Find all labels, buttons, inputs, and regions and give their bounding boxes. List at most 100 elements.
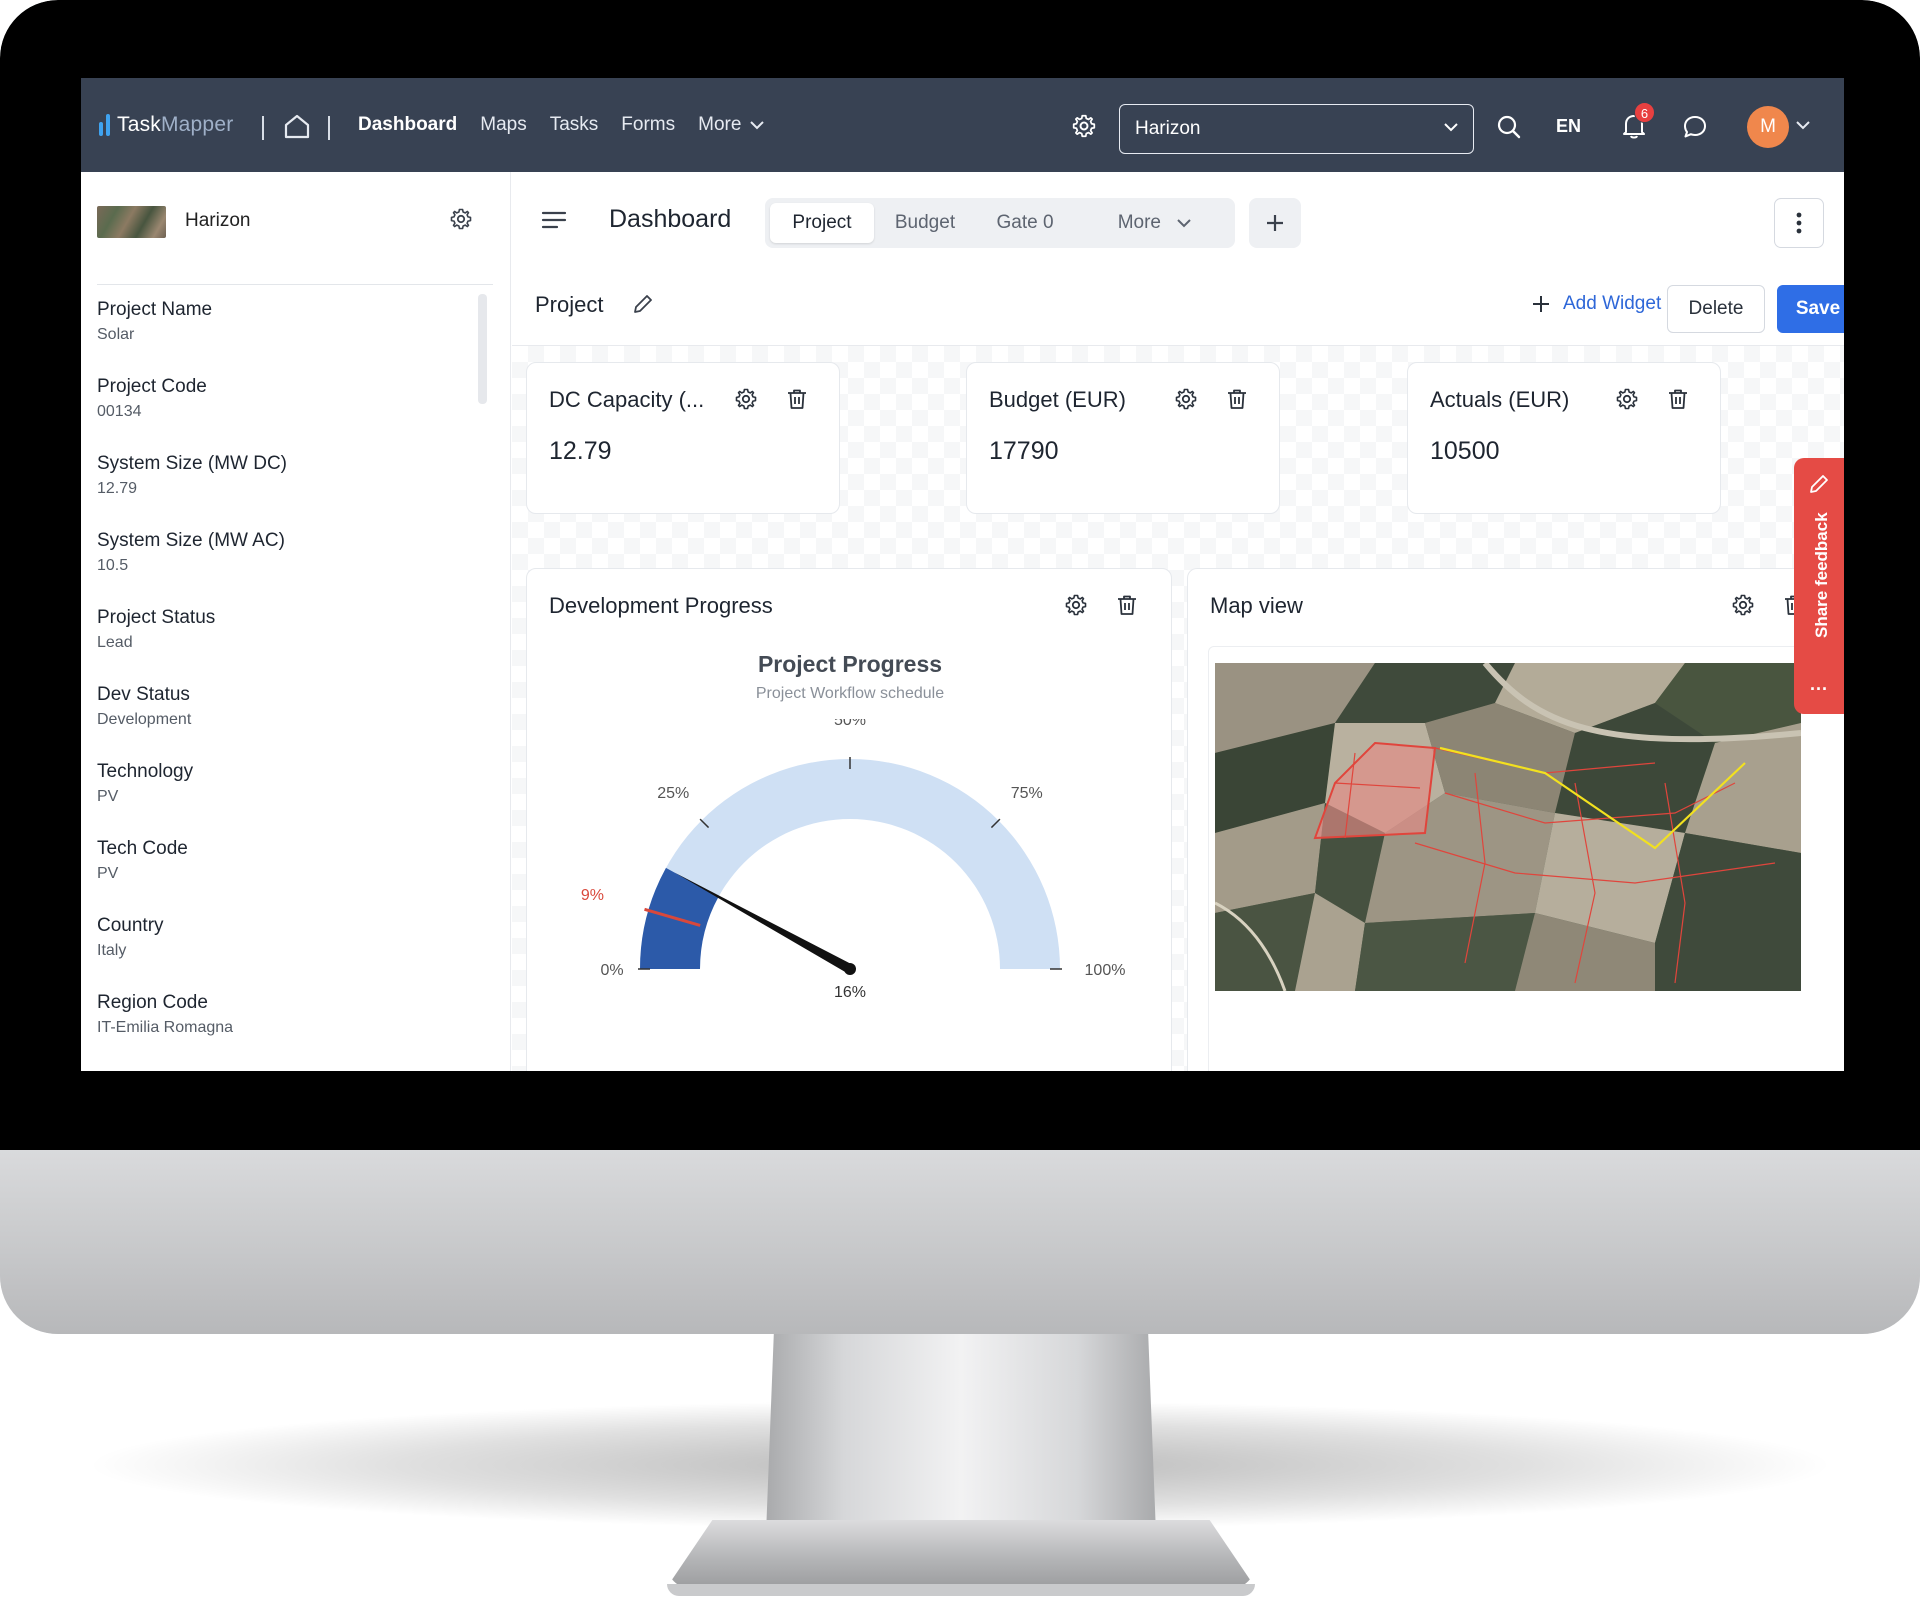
monitor-stand-neck (766, 1334, 1156, 1534)
monitor-chin (0, 1150, 1920, 1334)
section-header: Project Add Widget Delete Save (512, 267, 1844, 345)
nav-maps[interactable]: Maps (480, 114, 526, 136)
property-label: Region Code (97, 992, 208, 1013)
trash-icon[interactable] (1666, 387, 1690, 416)
chart-title: Project Progress (757, 651, 943, 677)
property-project-status: Project Status Lead (97, 606, 467, 683)
share-feedback-tab[interactable]: Share feedback ... (1794, 458, 1844, 714)
gauge-tick-label: 25% (657, 785, 689, 802)
property-system-size-dc: System Size (MW DC) 12.79 (97, 452, 467, 529)
nav-more[interactable]: More (698, 114, 765, 136)
kpi-title: Actuals (EUR) (1430, 387, 1570, 412)
widget-development-progress[interactable]: Development Progress Project Progress Pr… (526, 568, 1172, 1071)
satellite-map[interactable] (1215, 663, 1801, 991)
nav-dashboard[interactable]: Dashboard (358, 114, 457, 136)
nav-tasks[interactable]: Tasks (550, 114, 599, 136)
add-tab-button[interactable] (1249, 198, 1301, 248)
property-label: Project Name (97, 299, 213, 320)
nav-more-label: More (698, 114, 742, 135)
sidebar-scrollbar[interactable] (478, 294, 487, 404)
property-technology: Technology PV (97, 760, 467, 837)
avatar[interactable]: M (1747, 106, 1789, 148)
property-value: Lead (97, 634, 133, 651)
tab-budget[interactable]: Budget (880, 203, 970, 243)
section-title: Project (535, 292, 604, 317)
tab-more[interactable]: More (1085, 203, 1225, 243)
home-icon[interactable] (282, 112, 312, 140)
settings-gear-icon[interactable] (1071, 113, 1097, 144)
property-system-size-ac: System Size (MW AC) 10.5 (97, 529, 467, 606)
gear-icon[interactable] (449, 207, 473, 236)
feedback-dots: ... (1810, 674, 1829, 694)
kpi-card-dc-capacity[interactable]: DC Capacity (... 12.79 (526, 362, 840, 514)
add-widget-button[interactable]: Add Widget (1531, 293, 1661, 315)
logo-bars-icon (99, 114, 110, 136)
tab-gate-0[interactable]: Gate 0 (975, 203, 1075, 243)
more-options-button[interactable] (1774, 198, 1824, 248)
widget-canvas: DC Capacity (... 12.79 Budget (EUR) 1779… (512, 345, 1844, 1071)
tab-more-label: More (1117, 212, 1161, 233)
chat-bubble-icon[interactable] (1682, 114, 1708, 145)
project-sidebar: Harizon Project Name Solar Project Code 00… (81, 172, 511, 1071)
gear-icon[interactable] (1731, 593, 1755, 622)
edit-pencil-icon (1807, 472, 1831, 501)
widget-title: Map view (1210, 593, 1303, 618)
save-button[interactable]: Save (1777, 285, 1844, 333)
gauge-chart: 0% 25% 50% 75% 100% 9% 16% (581, 719, 1126, 1001)
gauge-target-label: 9% (581, 887, 604, 904)
nav-forms[interactable]: Forms (621, 114, 675, 136)
property-value: 00134 (97, 403, 142, 420)
dashboard-tabs: Project Budget Gate 0 More (765, 198, 1235, 248)
kpi-value: 17790 (989, 437, 1059, 465)
menu-icon[interactable] (541, 209, 567, 236)
notification-badge: 6 (1634, 102, 1655, 123)
kpi-card-budget[interactable]: Budget (EUR) 17790 (966, 362, 1280, 514)
property-tech-code: Tech Code PV (97, 837, 467, 914)
monitor-stand-base (665, 1520, 1257, 1590)
language-switcher[interactable]: EN (1556, 116, 1581, 137)
property-label: Dev Status (97, 684, 190, 705)
kpi-title: DC Capacity (... (549, 387, 705, 412)
tab-project[interactable]: Project (770, 203, 874, 243)
chevron-down-icon (1177, 219, 1191, 228)
gear-icon[interactable] (1064, 593, 1088, 622)
feedback-label: Share feedback (1812, 512, 1831, 638)
gear-icon[interactable] (734, 387, 758, 416)
chevron-down-icon[interactable] (1795, 120, 1811, 130)
property-value: IT-Emilia Romagna (97, 1019, 234, 1036)
widget-map-view[interactable]: Map view (1187, 568, 1844, 1071)
property-country: Country Italy (97, 914, 467, 991)
edit-pencil-icon[interactable] (631, 292, 655, 321)
chevron-down-icon (1444, 123, 1458, 132)
map-imagery (1215, 663, 1801, 991)
chevron-down-icon (750, 121, 765, 130)
property-value: PV (97, 788, 119, 805)
property-dev-status: Dev Status Development (97, 683, 467, 760)
chart-subtitle: Project Workflow schedule (755, 685, 945, 702)
property-label: Tech Code (97, 838, 188, 859)
gauge-value-label: 16% (834, 984, 866, 1001)
property-label: Country (97, 915, 164, 936)
property-project-code: Project Code 00134 (97, 375, 467, 452)
page-title: Dashboard (609, 205, 732, 233)
gauge-tick-label: 50% (834, 719, 866, 729)
kpi-card-actuals[interactable]: Actuals (EUR) 10500 (1407, 362, 1721, 514)
search-icon[interactable] (1496, 114, 1522, 145)
delete-button[interactable]: Delete (1667, 285, 1765, 333)
trash-icon[interactable] (785, 387, 809, 416)
divider (97, 284, 493, 285)
add-widget-label: Add Widget (1563, 293, 1662, 314)
project-select[interactable]: Harizon (1119, 104, 1474, 154)
app-logo[interactable]: TaskMapper (99, 110, 233, 140)
trash-icon[interactable] (1115, 593, 1139, 622)
trash-icon[interactable] (1225, 387, 1249, 416)
property-value: PV (97, 865, 119, 882)
gear-icon[interactable] (1174, 387, 1198, 416)
dashboard-header: Dashboard Project Budget Gate 0 More (512, 172, 1844, 267)
property-value: Solar (97, 326, 135, 343)
monitor-stand-lip (667, 1584, 1255, 1596)
sidebar-project-name: Harizon (185, 210, 251, 231)
gear-icon[interactable] (1615, 387, 1639, 416)
screen: TaskMapper Dashboard Maps Tasks Forms Mo… (81, 78, 1844, 1071)
main-nav: Dashboard Maps Tasks Forms More (358, 78, 765, 172)
